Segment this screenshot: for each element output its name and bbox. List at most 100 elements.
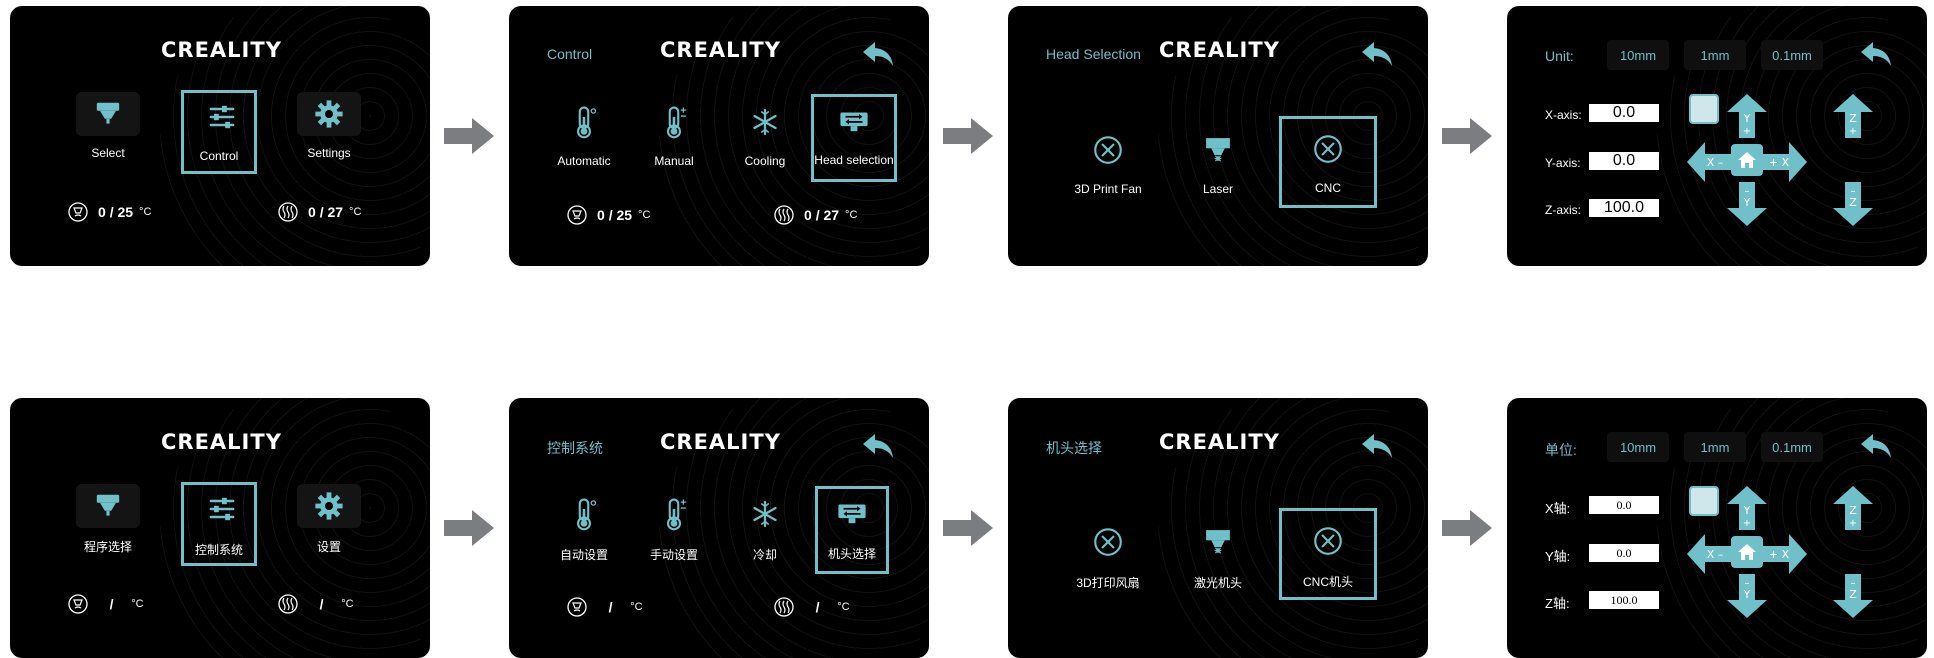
nozzle-temp-icon <box>68 202 88 222</box>
z-minus-arrow-icon[interactable]: –Z <box>1833 574 1873 618</box>
y-minus-arrow-icon[interactable]: –Y <box>1727 574 1767 618</box>
temp-current: 0 <box>597 207 605 223</box>
tile-3d-print-fan[interactable]: 3D Print Fan <box>1068 126 1148 210</box>
x-minus-arrow-icon[interactable]: X – <box>1687 142 1731 182</box>
nozzle-temperature: / °C <box>567 597 643 617</box>
creality-logo: CREALITY <box>161 38 282 62</box>
tile-label: 自动设置 <box>559 548 608 562</box>
y-plus-arrow-icon[interactable]: Y+ <box>1727 486 1767 530</box>
temp-sep: / <box>319 204 324 220</box>
z-axis-value[interactable]: 100.0 <box>1589 591 1659 609</box>
y-axis-value[interactable]: 0.0 <box>1589 152 1659 170</box>
screen-title: 机头选择 <box>1046 440 1102 456</box>
jog-label: Y <box>1743 196 1751 209</box>
back-arrow-icon[interactable] <box>861 40 895 68</box>
tile-head-selection[interactable]: Head selection <box>811 94 897 182</box>
sliders-icon <box>184 93 260 141</box>
nozzle-temperature: 0 / 25 °C <box>68 202 151 222</box>
x-axis-label: X轴: <box>1545 501 1571 516</box>
sliders-icon <box>184 485 260 533</box>
z-plus-arrow-icon[interactable]: Z+ <box>1833 94 1873 138</box>
tile-automatic[interactable]: Automatic <box>546 98 622 182</box>
creality-logo: CREALITY <box>1159 430 1280 454</box>
x-axis-label: X-axis: <box>1545 108 1582 122</box>
back-arrow-icon[interactable] <box>1859 432 1893 460</box>
temp-sep: / <box>608 207 613 223</box>
bed-temperature: 0 / 27 °C <box>774 205 857 225</box>
tile-cnc[interactable]: CNC <box>1279 116 1377 208</box>
tile-label: Head selection <box>814 153 894 167</box>
home-button[interactable] <box>1731 144 1763 176</box>
z-axis-label: Z-axis: <box>1545 203 1581 217</box>
flow-arrow-icon <box>1442 116 1492 156</box>
tile-laser[interactable]: 激光机头 <box>1180 518 1256 602</box>
temp-unit: °C <box>638 209 651 221</box>
x-plus-arrow-icon[interactable]: + X <box>1763 534 1807 574</box>
thermometer-icon <box>546 98 622 146</box>
screen-control-en: Control CREALITY Automatic Manual Coolin… <box>509 6 929 266</box>
flow-arrow-icon <box>943 116 993 156</box>
jog-label: + X <box>1769 156 1790 169</box>
x-plus-arrow-icon[interactable]: + X <box>1763 142 1807 182</box>
flow-arrow-icon <box>444 116 494 156</box>
back-arrow-icon[interactable] <box>1360 40 1394 68</box>
home-icon <box>1738 544 1756 560</box>
y-minus-arrow-icon[interactable]: –Y <box>1727 182 1767 226</box>
x-minus-arrow-icon[interactable]: X – <box>1687 534 1731 574</box>
tile-manual[interactable]: 手动设置 <box>636 490 712 574</box>
unit-1mm-button[interactable]: 1mm <box>1684 432 1746 462</box>
tile-label: 激光机头 <box>1193 576 1242 590</box>
home-button[interactable] <box>1731 536 1763 568</box>
tile-select[interactable]: Select <box>70 90 146 174</box>
y-axis-value[interactable]: 0.0 <box>1589 544 1659 562</box>
print-head-icon <box>1689 486 1719 516</box>
screen-home-zh: CREALITY 程序选择 控制系统 设置 / °C / °C <box>10 398 430 658</box>
unit-10mm-button[interactable]: 10mm <box>1607 40 1669 70</box>
laser-icon <box>1180 126 1256 174</box>
jog-label: X – <box>1707 156 1724 169</box>
y-axis-label: Y轴: <box>1545 549 1571 564</box>
screen-home-en: CREALITY Select Control Settings 0 / 25 … <box>10 6 430 266</box>
z-minus-arrow-icon[interactable]: –Z <box>1833 182 1873 226</box>
unit-10mm-button[interactable]: 10mm <box>1607 432 1669 462</box>
tile-control[interactable]: Control <box>181 90 257 174</box>
unit-0.1mm-button[interactable]: 0.1mm <box>1761 40 1823 70</box>
z-axis-value[interactable]: 100.0 <box>1589 199 1659 217</box>
screen-title: Head Selection <box>1046 46 1141 62</box>
tile-head-selection[interactable]: 机头选择 <box>815 486 889 574</box>
tile-laser[interactable]: Laser <box>1180 126 1256 210</box>
nozzle-temp-icon <box>567 205 587 225</box>
tile-select[interactable]: 程序选择 <box>70 482 146 566</box>
x-circle-icon <box>1282 125 1374 173</box>
tile-cnc[interactable]: CNC机头 <box>1279 508 1377 600</box>
tile-label: Settings <box>307 146 351 160</box>
y-plus-arrow-icon[interactable]: Y+ <box>1727 94 1767 138</box>
jog-label: Z <box>1849 196 1857 209</box>
jog-label: + <box>1849 126 1857 137</box>
back-arrow-icon[interactable] <box>861 432 895 460</box>
screen-title: 控制系统 <box>547 440 603 456</box>
back-arrow-icon[interactable] <box>1360 432 1394 460</box>
temp-current: 0 <box>804 207 812 223</box>
tile-settings[interactable]: Settings <box>291 90 367 174</box>
tile-automatic[interactable]: 自动设置 <box>546 490 622 574</box>
tile-cooling[interactable]: 冷却 <box>727 490 803 574</box>
tile-label: Laser <box>1202 182 1234 196</box>
unit-0.1mm-button[interactable]: 0.1mm <box>1761 432 1823 462</box>
x-axis-value[interactable]: 0.0 <box>1589 496 1659 514</box>
temp-sep: / <box>109 204 114 220</box>
print-head-icon <box>1689 94 1719 124</box>
tile-control[interactable]: 控制系统 <box>181 482 257 566</box>
jog-label: Z <box>1849 112 1857 125</box>
back-arrow-icon[interactable] <box>1859 40 1893 68</box>
z-plus-arrow-icon[interactable]: Z+ <box>1833 486 1873 530</box>
x-axis-value[interactable]: 0.0 <box>1589 104 1659 122</box>
bed-temp-icon <box>278 594 298 614</box>
jog-label: + <box>1849 518 1857 529</box>
unit-1mm-button[interactable]: 1mm <box>1684 40 1746 70</box>
tile-3d-print-fan[interactable]: 3D打印风扇 <box>1068 518 1148 602</box>
thermometer-icon <box>546 490 622 538</box>
tile-manual[interactable]: Manual <box>636 98 712 182</box>
tile-settings[interactable]: 设置 <box>291 482 367 566</box>
tile-cooling[interactable]: Cooling <box>727 98 803 182</box>
